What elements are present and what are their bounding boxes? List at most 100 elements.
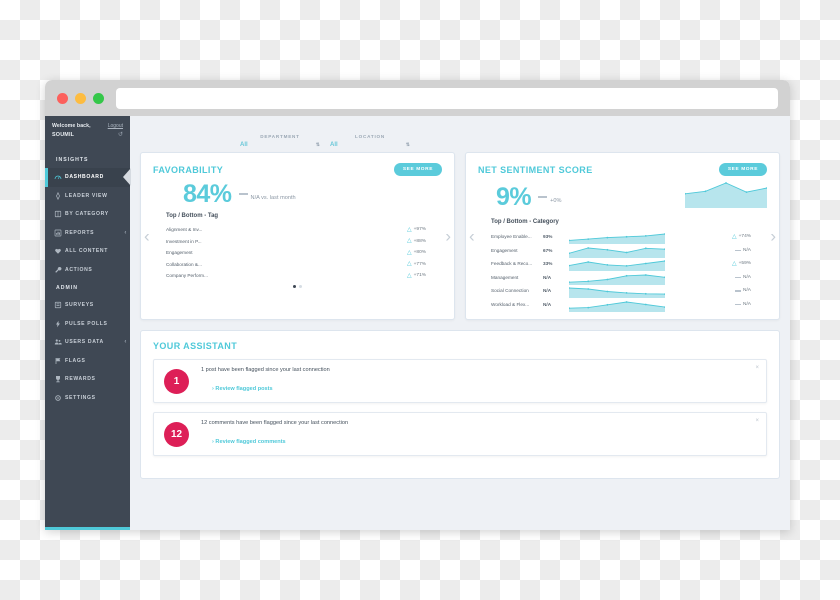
sidebar-item-label: ACTIONS [65,266,93,273]
bar-track: 97 [212,227,388,233]
sidebar-item-settings[interactable]: SETTINGS [45,389,130,408]
category-row: Management N/A N/A [491,271,751,285]
alert-count-badge: 12 [164,421,189,447]
category-row: Workload & Flex... N/A N/A [491,298,751,312]
sidebar-item-label: REPORTS [65,229,95,236]
survey-icon [54,301,65,309]
sidebar-item-pulse-polls[interactable]: PULSE POLLS [45,315,130,334]
trend-up-icon: △ [406,238,412,245]
sidebar-item-label: SURVEYS [65,302,94,309]
see-more-button[interactable]: SEE MORE [393,163,442,176]
category-row: Feedback & Reco... 33% △ +59% [491,257,751,272]
bar-track: 88 [212,238,388,244]
category-label: Workload & Flex... [491,301,530,307]
carousel-next-icon[interactable]: › [445,228,451,245]
alert-review-link[interactable]: › Review flagged posts [201,386,273,392]
filter-bar: DEPARTMENT All ⇅ LOCATION All ⇅ [140,116,780,152]
category-score: 67% [543,247,553,253]
flat-trend-icon [238,193,248,196]
sidebar-item-label: DASHBOARD [65,174,104,181]
carousel-dot[interactable] [293,284,296,288]
category-trend: N/A [713,248,751,253]
trend-value: +97% [413,227,426,233]
sidebar-item-by-category[interactable]: BY CATEGORY [45,205,130,224]
sidebar-item-users-data[interactable]: USERS DATA ‹ [45,333,130,352]
bar-track: 77 [212,261,388,267]
browser-chrome [45,80,790,116]
trophy-icon [54,375,65,383]
location-select[interactable]: All ⇅ [330,142,410,148]
refresh-icon[interactable]: ↺ [118,131,123,138]
department-select[interactable]: All ⇅ [240,142,320,148]
delta-text: +0% [550,197,562,204]
carousel-dots [153,284,442,288]
app-root: Welcome back, Logout SOUMIL ↺ INSIGHTS D… [45,116,790,530]
logout-link[interactable]: Logout [108,123,123,129]
chevron-left-icon: ‹ [124,339,127,346]
sidebar-item-all-content[interactable]: ALL CONTENT [45,242,130,261]
bolt-icon [54,320,65,328]
minimize-window-button[interactable] [75,92,86,104]
carousel-prev-icon[interactable]: ‹ [469,228,475,245]
alert-body: 12 comments have been flagged since your… [201,420,756,448]
maximize-window-button[interactable] [93,92,104,104]
bar-row: Alignment & Inv... 97 △ +97% [166,224,426,236]
sidebar-user-block: Welcome back, Logout SOUMIL ↺ [45,123,130,138]
active-indicator-caret [123,168,131,187]
sidebar-accent-bar [45,527,130,530]
sidebar-item-rewards[interactable]: REWARDS [45,370,130,389]
user-name: SOUMIL [52,131,75,138]
delta-text: N/A vs. last month [250,194,296,201]
trend-value: +74% [738,234,751,240]
category-score: N/A [543,288,552,294]
sidebar-item-label: LEADER VIEW [65,192,108,199]
trend-value: +88% [413,238,426,244]
bar-track: 71 [212,273,388,279]
bar-row: Engagement 80 △ +80% [166,247,426,259]
trend-up-icon: △ [731,260,737,267]
carousel-dot[interactable] [299,284,302,288]
close-window-button[interactable] [57,92,68,104]
bar-label: Engagement [166,250,193,256]
carousel-next-icon[interactable]: › [770,228,776,245]
assistant-alert: 12 12 comments have been flagged since yo… [153,412,767,456]
category-trend: △ +74% [713,234,751,240]
sidebar-item-label: FLAGS [65,357,86,364]
assistant-panel: YOUR ASSISTANT 1 1 post have been flagged… [140,330,780,479]
sidebar-item-actions[interactable]: ACTIONS [45,261,130,280]
bar-value: 97 [212,226,217,232]
gauge-icon [54,173,65,181]
sidebar-item-surveys[interactable]: SURVEYS [45,296,130,315]
sidebar-item-dashboard[interactable]: DASHBOARD [45,168,131,187]
category-sparkline [568,231,713,245]
carousel-prev-icon[interactable]: ‹ [144,228,150,245]
flag-icon [54,357,65,365]
bar-row: Collaboration &... 77 △ +77% [166,259,426,271]
sidebar-item-reports[interactable]: REPORTS ‹ [45,224,130,243]
trend-flat-icon [735,303,741,305]
category-trend: N/A [713,288,751,293]
sidebar-section-insights: INSIGHTS DASHBOARD LEADER VIEW BY CATEGO… [45,151,131,280]
category-trend: △ +59% [713,261,751,267]
alert-review-link[interactable]: › Review flagged comments [201,439,286,445]
sidebar-item-label: ALL CONTENT [65,248,108,255]
trend-flat-icon [735,290,741,292]
category-label: Management [491,274,519,280]
sidebar: Welcome back, Logout SOUMIL ↺ INSIGHTS D… [45,116,131,530]
close-icon[interactable]: × [755,418,759,424]
alert-message: 12 comments have been flagged since your… [201,420,349,426]
category-trend: N/A [713,275,751,280]
close-icon[interactable]: × [755,365,759,371]
trend-up-icon: △ [731,233,737,240]
see-more-button[interactable]: SEE MORE [718,163,767,176]
bar-value: 80 [212,249,217,255]
bar-trend: △ +71% [388,273,426,279]
users-icon [54,338,65,346]
category-row: Employee Enable... 93% △ +74% [491,230,751,245]
trend-up-icon: △ [406,261,412,268]
sidebar-item-leader-view[interactable]: LEADER VIEW [45,187,130,206]
book-icon [54,210,65,218]
sidebar-item-flags[interactable]: FLAGS [45,352,130,371]
url-input[interactable] [116,87,778,109]
bar-track: 80 [212,250,388,256]
